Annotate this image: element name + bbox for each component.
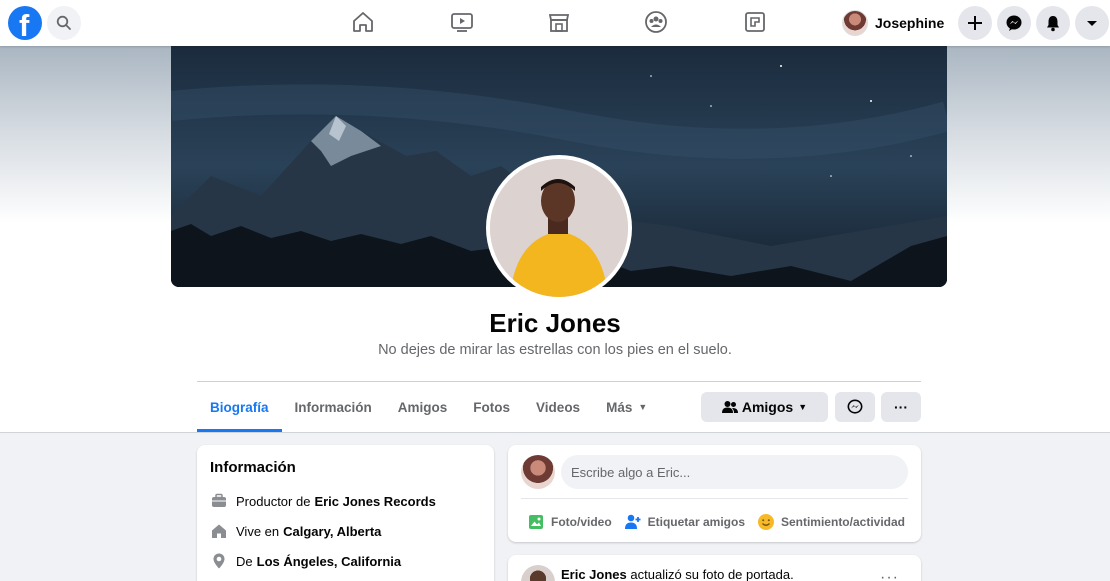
tab-biografia[interactable]: Biografía bbox=[197, 382, 282, 432]
bell-icon bbox=[1047, 16, 1059, 32]
notifications-button[interactable] bbox=[1036, 6, 1070, 40]
profile-tabs: Biografía Información Amigos Fotos Video… bbox=[197, 382, 660, 432]
groups-icon bbox=[645, 11, 667, 33]
composer-divider bbox=[521, 498, 908, 499]
post-author-avatar[interactable] bbox=[521, 565, 555, 581]
info-row-from: De Los Ángeles, California bbox=[210, 546, 481, 576]
tab-label: Amigos bbox=[397, 399, 448, 415]
messenger-button[interactable] bbox=[997, 6, 1031, 40]
tab-label: Información bbox=[294, 399, 372, 415]
briefcase-icon bbox=[212, 493, 226, 507]
composer-actions: Foto/video Etiquetar amigos Sentimiento/… bbox=[521, 507, 911, 537]
info-prefix: De bbox=[236, 553, 253, 569]
home-icon bbox=[212, 524, 226, 538]
account-menu-button[interactable] bbox=[1075, 6, 1109, 40]
info-value[interactable]: Calgary, Alberta bbox=[283, 524, 381, 539]
profile-photo bbox=[490, 159, 628, 297]
composer-avatar[interactable] bbox=[521, 455, 555, 489]
tab-informacion[interactable]: Información bbox=[282, 382, 385, 432]
info-value[interactable]: Eric Jones Records bbox=[314, 494, 435, 509]
info-value[interactable]: Los Ángeles, California bbox=[257, 554, 401, 569]
info-row-work: Productor de Eric Jones Records bbox=[210, 486, 481, 516]
plus-icon bbox=[968, 16, 982, 30]
more-options-button[interactable]: ··· bbox=[881, 392, 921, 422]
profile-picture[interactable] bbox=[486, 155, 632, 301]
nav-groups[interactable] bbox=[643, 9, 669, 35]
tab-label: Biografía bbox=[210, 399, 269, 415]
composer-input[interactable]: Escribe algo a Eric... bbox=[561, 455, 908, 489]
tab-label: Fotos bbox=[473, 399, 511, 415]
tag-friends-icon bbox=[624, 514, 641, 529]
info-row-lives: Vive en Calgary, Alberta bbox=[210, 516, 481, 546]
photo-video-button[interactable]: Foto/video bbox=[527, 507, 612, 537]
post-card: Eric Jones actualizó su foto de portada.… bbox=[508, 555, 921, 581]
nav-home[interactable] bbox=[350, 9, 376, 35]
info-row-partial bbox=[210, 576, 481, 581]
home-icon bbox=[353, 12, 373, 32]
intro-card: Información Productor de Eric Jones Recor… bbox=[197, 445, 494, 581]
action-label: Etiquetar amigos bbox=[647, 515, 745, 529]
action-label: Sentimiento/actividad bbox=[780, 515, 905, 529]
user-name: Josephine bbox=[875, 15, 945, 31]
friends-button-label: Amigos bbox=[741, 399, 794, 415]
person-illustration bbox=[490, 159, 628, 297]
search-button[interactable] bbox=[47, 6, 81, 40]
tab-label: Más bbox=[606, 399, 633, 415]
tag-friends-button[interactable]: Etiquetar amigos bbox=[624, 507, 745, 537]
create-button[interactable] bbox=[958, 6, 992, 40]
friends-icon bbox=[721, 401, 738, 413]
profile-bio: No dejes de mirar las estrellas con los … bbox=[378, 342, 732, 358]
nav-gaming[interactable] bbox=[742, 9, 768, 35]
profile-shortcut[interactable]: Josephine bbox=[842, 8, 944, 38]
tab-mas[interactable]: Más ▼ bbox=[593, 382, 660, 432]
tab-amigos[interactable]: Amigos bbox=[385, 382, 461, 432]
smiley-icon bbox=[757, 514, 774, 530]
nav-watch[interactable] bbox=[449, 9, 475, 35]
message-button[interactable] bbox=[835, 392, 875, 422]
messenger-icon bbox=[847, 399, 863, 414]
post-composer: Escribe algo a Eric... Foto/video Etique… bbox=[508, 445, 921, 542]
caret-down-icon: ▼ bbox=[638, 402, 648, 412]
info-prefix: Productor de bbox=[236, 493, 311, 509]
feeling-activity-button[interactable]: Sentimiento/actividad bbox=[757, 507, 905, 537]
messenger-icon bbox=[1006, 15, 1022, 31]
user-avatar bbox=[842, 10, 868, 36]
action-label: Foto/video bbox=[551, 515, 612, 529]
nav-marketplace[interactable] bbox=[546, 9, 572, 35]
tab-label: Videos bbox=[536, 399, 581, 415]
marketplace-icon bbox=[548, 14, 570, 32]
gaming-icon bbox=[745, 12, 765, 32]
tab-fotos[interactable]: Fotos bbox=[460, 382, 523, 432]
header-bottom-border bbox=[0, 432, 1110, 433]
chevron-down-icon bbox=[1087, 21, 1097, 26]
post-author[interactable]: Eric Jones bbox=[561, 567, 627, 581]
profile-name: Eric Jones bbox=[489, 308, 621, 338]
caret-down-icon: ▼ bbox=[798, 402, 808, 412]
photo-icon bbox=[529, 515, 543, 529]
intro-title: Información bbox=[210, 459, 296, 476]
logo-letter: f bbox=[19, 8, 30, 43]
friends-button[interactable]: Amigos ▼ bbox=[701, 392, 828, 422]
search-icon bbox=[56, 15, 71, 30]
post-options-icon[interactable]: ··· bbox=[880, 569, 899, 581]
ellipsis-icon: ··· bbox=[894, 399, 908, 415]
info-prefix: Vive en bbox=[236, 523, 280, 539]
watch-icon bbox=[451, 13, 473, 32]
tab-videos[interactable]: Videos bbox=[523, 382, 593, 432]
post-action-text: actualizó su foto de portada. bbox=[630, 567, 794, 581]
location-pin-icon bbox=[213, 553, 225, 569]
post-header: Eric Jones actualizó su foto de portada. bbox=[561, 567, 794, 581]
top-navigation-bar: f Josephine bbox=[0, 0, 1110, 46]
facebook-logo[interactable]: f bbox=[8, 6, 42, 43]
